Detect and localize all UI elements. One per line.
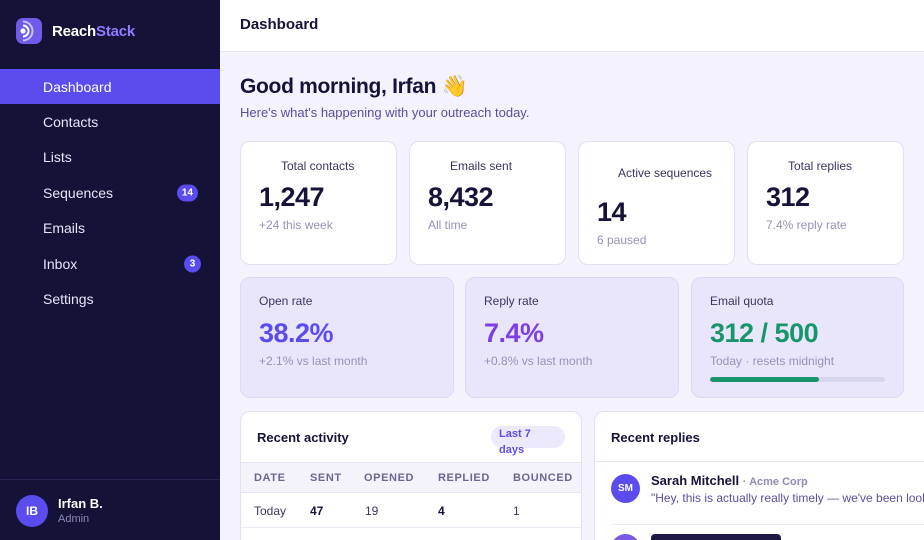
metric-meta: Today · resets midnight xyxy=(710,354,835,368)
sidebar-item-sequences[interactable]: Sequences 14 xyxy=(0,175,220,210)
stat-label: Active sequences xyxy=(618,166,713,180)
cell-sent: 47 xyxy=(310,504,324,518)
cell-date: Today xyxy=(254,504,287,518)
avatar: SM xyxy=(611,474,640,503)
sidebar-nav: Dashboard Contacts Lists Sequences 14 Ema… xyxy=(0,69,220,317)
divider xyxy=(611,524,924,525)
metric-card-email-quota: Email quota 312 / 500 Today · resets mid… xyxy=(691,277,904,398)
column-header-sent[interactable]: SENT xyxy=(310,472,342,484)
page-title: Dashboard xyxy=(240,16,319,33)
sidebar-item-inbox[interactable]: Inbox 3 xyxy=(0,246,220,281)
avatar xyxy=(611,534,640,540)
reply-preview: "Hey, this is actually really timely — w… xyxy=(651,491,924,505)
stat-meta: 6 paused xyxy=(597,233,647,247)
sidebar-item-contacts[interactable]: Contacts xyxy=(0,104,220,139)
stat-meta: 7.4% reply rate xyxy=(766,218,847,232)
sidebar-item-label: Contacts xyxy=(43,114,99,131)
avatar: IB xyxy=(16,495,48,527)
panel-title: Recent activity xyxy=(257,430,349,445)
column-header-date[interactable]: DATE xyxy=(254,472,286,484)
recent-activity-panel: Recent activity Last 7 days DATE SENT OP… xyxy=(240,411,582,540)
cell-opened: 19 xyxy=(365,504,379,518)
stat-label: Total replies xyxy=(788,159,853,173)
stat-value: 312 xyxy=(766,182,810,212)
column-header-bounced[interactable]: BOUNCED xyxy=(513,472,573,484)
reply-sender-truncated xyxy=(651,534,781,540)
stat-value: 1,247 xyxy=(259,182,325,212)
metric-label: Email quota xyxy=(710,294,774,308)
cell-replied: 4 xyxy=(438,504,445,518)
table-header: DATE SENT OPENED REPLIED BOUNCED xyxy=(241,462,581,493)
metric-meta: +0.8% vs last month xyxy=(484,354,593,368)
quota-progress-fill xyxy=(710,377,820,382)
column-header-opened[interactable]: OPENED xyxy=(364,472,414,484)
date-range-selector[interactable]: Last 7 days xyxy=(491,426,565,456)
stat-card-total-replies: Total replies 312 7.4% reply rate xyxy=(747,141,904,265)
stat-card-active-sequences: Active sequences 14 6 paused xyxy=(578,141,735,265)
sequences-count-badge: 14 xyxy=(176,184,198,202)
greeting-title: Good morning, Irfan 👋 xyxy=(240,75,468,98)
sidebar-item-label: Dashboard xyxy=(43,78,112,95)
stat-label: Emails sent xyxy=(450,159,513,173)
stat-value: 8,432 xyxy=(428,182,494,212)
panel-title: Recent replies xyxy=(611,430,700,445)
metric-value: 7.4% xyxy=(484,318,544,348)
sidebar-item-label: Lists xyxy=(43,149,72,166)
stat-card-total-contacts: Total contacts 1,247 +24 this week xyxy=(240,141,397,265)
metric-label: Reply rate xyxy=(484,294,539,308)
sidebar-item-label: Emails xyxy=(43,220,86,237)
sidebar-item-label: Settings xyxy=(43,291,94,308)
brand[interactable]: ReachStack xyxy=(16,18,135,44)
metric-value: 312 / 500 xyxy=(710,318,819,348)
stat-meta: All time xyxy=(428,218,468,232)
sidebar-item-dashboard[interactable]: Dashboard xyxy=(0,69,220,105)
metric-label: Open rate xyxy=(259,294,313,308)
metric-meta: +2.1% vs last month xyxy=(259,354,368,368)
user-role: Admin xyxy=(58,513,90,525)
metric-card-reply-rate: Reply rate 7.4% +0.8% vs last month xyxy=(465,277,679,398)
metric-value: 38.2% xyxy=(259,318,334,348)
sidebar-item-label: Inbox xyxy=(43,255,78,272)
reply-company: · Acme Corp xyxy=(742,476,808,488)
sidebar-item-lists[interactable]: Lists xyxy=(0,140,220,175)
user-profile[interactable]: IB Irfan B. Admin xyxy=(0,479,220,540)
stat-card-emails-sent: Emails sent 8,432 All time xyxy=(409,141,566,265)
divider xyxy=(595,461,924,462)
broadcast-icon xyxy=(16,18,42,44)
sidebar: ReachStack Dashboard Contacts Lists Sequ… xyxy=(0,0,220,540)
reply-sender: Sarah Mitchell · Acme Corp xyxy=(651,473,808,488)
inbox-count-badge: 3 xyxy=(184,255,201,273)
topbar: Dashboard xyxy=(220,0,924,52)
sidebar-item-settings[interactable]: Settings xyxy=(0,281,220,316)
user-name: Irfan B. xyxy=(58,496,103,511)
sidebar-item-label: Sequences xyxy=(43,184,114,201)
quota-progress-bar xyxy=(710,377,885,382)
metric-card-open-rate: Open rate 38.2% +2.1% vs last month xyxy=(240,277,454,398)
sidebar-item-emails[interactable]: Emails xyxy=(0,211,220,246)
recent-replies-panel: Recent replies SM Sarah Mitchell · Acme … xyxy=(594,411,924,540)
brand-name: ReachStack xyxy=(52,22,136,40)
cell-bounced: 1 xyxy=(513,504,520,518)
greeting-subtitle: Here's what's happening with your outrea… xyxy=(240,105,530,120)
column-header-replied[interactable]: REPLIED xyxy=(438,472,490,484)
stat-label: Total contacts xyxy=(281,159,355,173)
row-divider xyxy=(241,527,581,528)
stat-value: 14 xyxy=(597,197,627,227)
stat-meta: +24 this week xyxy=(259,218,333,232)
